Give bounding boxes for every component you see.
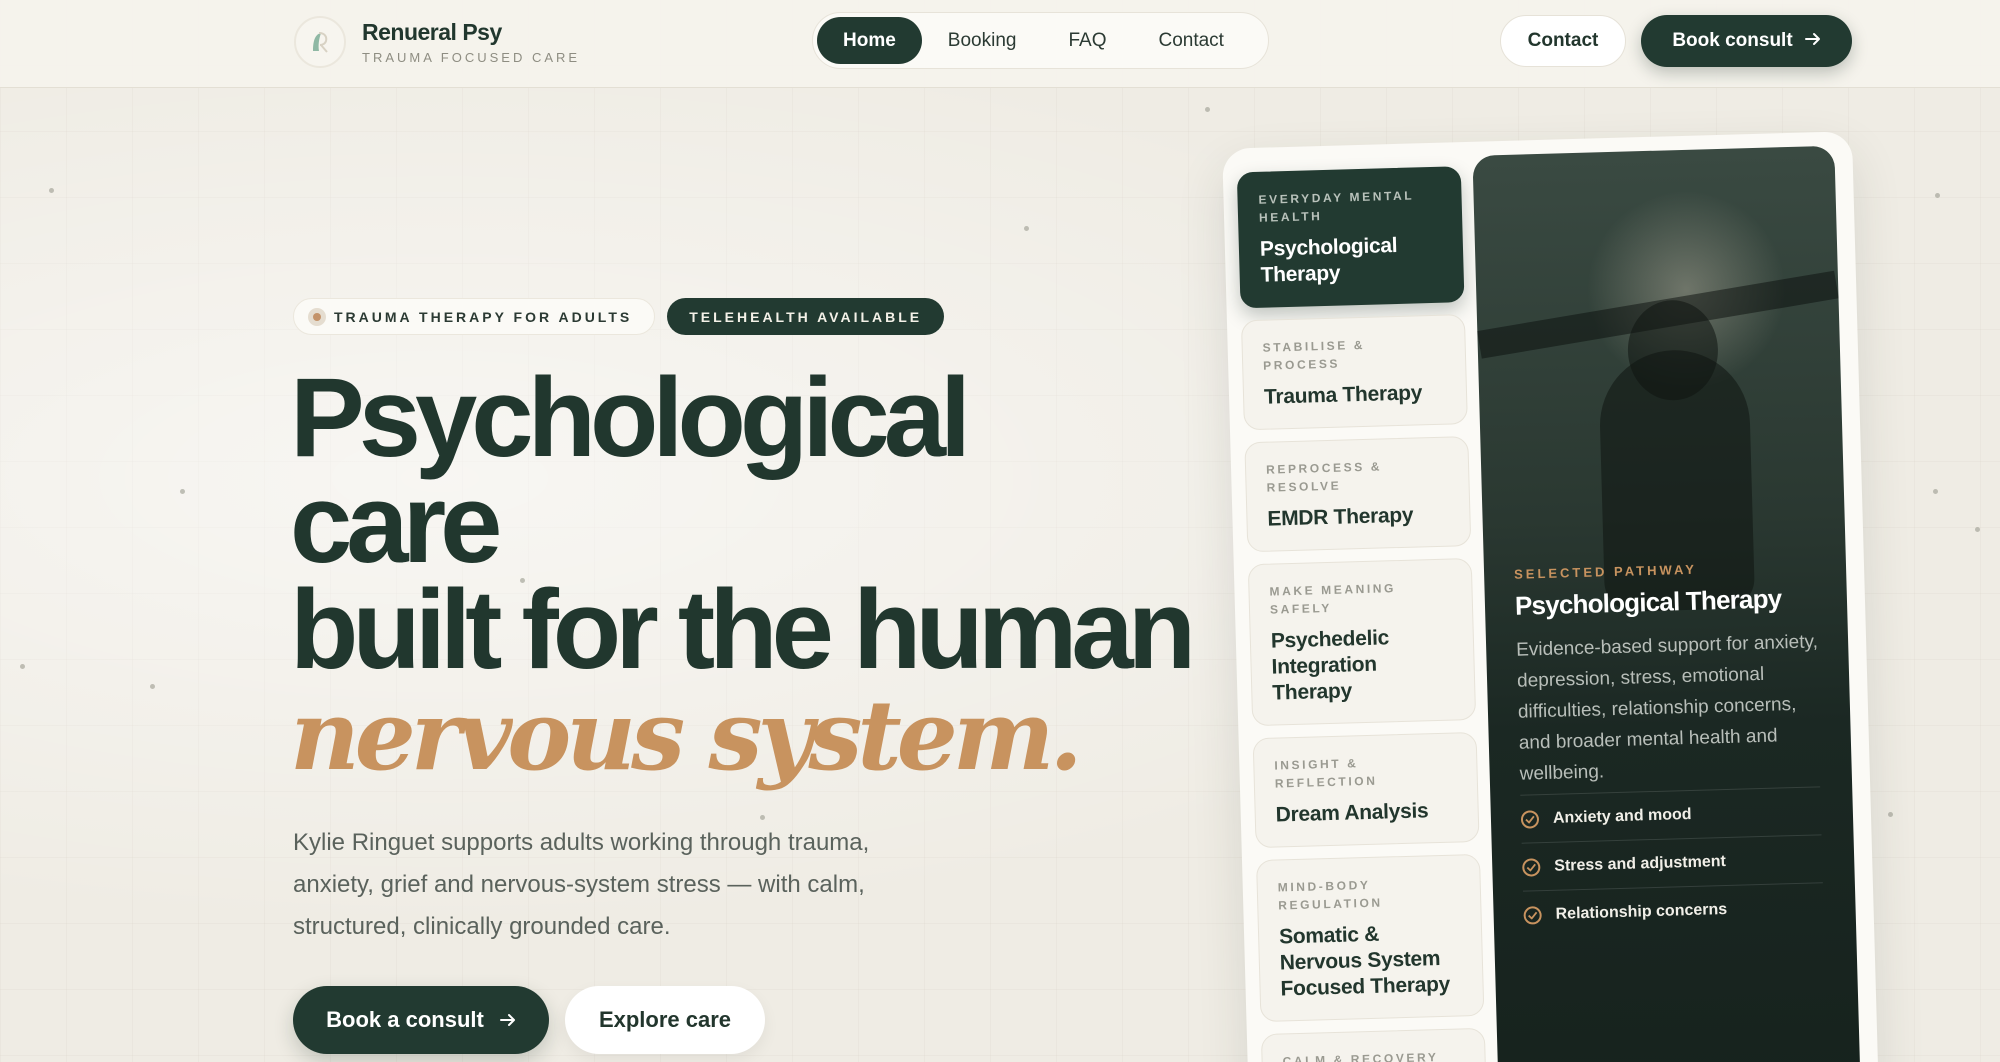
- pathway-tab-somatic-therapy[interactable]: MIND-BODY REGULATION Somatic & Nervous S…: [1255, 853, 1485, 1023]
- point-label: Anxiety and mood: [1552, 805, 1692, 827]
- pathway-title: Psychedelic Integration Therapy: [1270, 626, 1390, 705]
- pathway-kicker: MAKE MEANING SAFELY: [1269, 581, 1397, 617]
- arrow-right-icon: [1804, 30, 1821, 52]
- pathway-kicker: STABILISE & PROCESS: [1262, 337, 1366, 373]
- headline-accent: nervous system.: [290, 679, 1083, 792]
- care-pathways-panel: EVERYDAY MENTAL HEALTH Psychological The…: [1222, 131, 1879, 1062]
- pathway-title: Dream Analysis: [1275, 799, 1429, 827]
- pathway-kicker: REPROCESS & RESOLVE: [1265, 459, 1383, 495]
- badge-label: TRAUMA THERAPY FOR ADULTS: [334, 308, 633, 325]
- pathway-tab-dream-analysis[interactable]: INSIGHT & REFLECTION Dream Analysis: [1252, 731, 1480, 849]
- book-a-consult-button[interactable]: Book a consult: [293, 986, 549, 1054]
- list-item: Relationship concerns: [1522, 882, 1825, 939]
- logo-mark-icon: [294, 16, 346, 68]
- list-item: Stress and adjustment: [1521, 834, 1823, 891]
- brand-name: Renueral Psy: [362, 19, 502, 45]
- arrow-right-icon: [499, 1007, 516, 1033]
- main-nav: Home Booking FAQ Contact: [812, 12, 1269, 69]
- badge-telehealth: TELEHEALTH AVAILABLE: [667, 298, 945, 335]
- explore-care-button[interactable]: Explore care: [565, 986, 765, 1054]
- selected-pathway-card: SELECTED PATHWAY Psychological Therapy E…: [1472, 145, 1862, 1062]
- pathway-kicker: CALM & RECOVERY: [1282, 1050, 1439, 1062]
- hero-badges: TRAUMA THERAPY FOR ADULTS TELEHEALTH AVA…: [293, 298, 945, 335]
- pathway-title: EMDR Therapy: [1267, 503, 1414, 531]
- list-item: Anxiety and mood: [1520, 786, 1822, 843]
- pathway-title: Psychological Therapy: [1259, 233, 1398, 287]
- selected-pathway-description: Evidence-based support for anxiety, depr…: [1515, 631, 1819, 785]
- pathway-title: Trauma Therapy: [1263, 381, 1423, 409]
- point-label: Relationship concerns: [1555, 900, 1728, 923]
- site-header: Renueral Psy TRAUMA FOCUSED CARE Home Bo…: [0, 0, 2000, 88]
- check-circle-icon: [1522, 857, 1541, 877]
- pathway-tab-psychological-therapy[interactable]: EVERYDAY MENTAL HEALTH Psychological The…: [1236, 166, 1465, 309]
- book-a-consult-label: Book a consult: [326, 1007, 484, 1032]
- pathway-tab-trauma-therapy[interactable]: STABILISE & PROCESS Trauma Therapy: [1240, 314, 1468, 431]
- selected-pathway-title: Psychological Therapy: [1514, 583, 1782, 621]
- nav-item-booking[interactable]: Booking: [922, 17, 1043, 64]
- nav-item-contact[interactable]: Contact: [1132, 17, 1249, 64]
- pathway-kicker: MIND-BODY REGULATION: [1277, 877, 1383, 913]
- pathway-tabs: EVERYDAY MENTAL HEALTH Psychological The…: [1236, 166, 1487, 1062]
- pathway-tab-psychedelic-integration[interactable]: MAKE MEANING SAFELY Psychedelic Integrat…: [1247, 557, 1477, 727]
- contact-button[interactable]: Contact: [1500, 15, 1626, 67]
- selected-pathway-points: Anxiety and mood Stress and adjustment R…: [1520, 786, 1825, 939]
- check-circle-icon: [1523, 905, 1542, 925]
- headline-line-2: care: [290, 461, 502, 586]
- hero-lead: Kylie Ringuet supports adults working th…: [293, 829, 870, 940]
- hero-headline: Psychological care built for the human n…: [290, 355, 1196, 792]
- nav-item-faq[interactable]: FAQ: [1042, 17, 1132, 64]
- pathway-kicker: EVERYDAY MENTAL HEALTH: [1258, 188, 1415, 225]
- book-consult-button[interactable]: Book consult: [1641, 15, 1852, 67]
- badge-trauma-therapy: TRAUMA THERAPY FOR ADULTS: [293, 298, 656, 335]
- check-circle-icon: [1520, 809, 1540, 829]
- headline-line-3: built for the human: [290, 567, 1196, 692]
- brand-tagline: TRAUMA FOCUSED CARE: [362, 50, 581, 65]
- pathway-tab-calm-recovery[interactable]: CALM & RECOVERY: [1260, 1027, 1487, 1062]
- point-label: Stress and adjustment: [1554, 852, 1727, 875]
- pathway-title: Somatic & Nervous System Focused Therapy: [1278, 922, 1451, 1001]
- brand[interactable]: Renueral Psy TRAUMA FOCUSED CARE: [294, 16, 580, 68]
- pathway-tab-emdr-therapy[interactable]: REPROCESS & RESOLVE EMDR Therapy: [1244, 436, 1472, 553]
- nav-item-home[interactable]: Home: [817, 17, 922, 64]
- pathway-kicker: INSIGHT & REFLECTION: [1274, 756, 1378, 791]
- headline-line-1: Psychological: [290, 355, 971, 480]
- book-consult-label: Book consult: [1672, 30, 1793, 51]
- status-dot-icon: [308, 307, 326, 326]
